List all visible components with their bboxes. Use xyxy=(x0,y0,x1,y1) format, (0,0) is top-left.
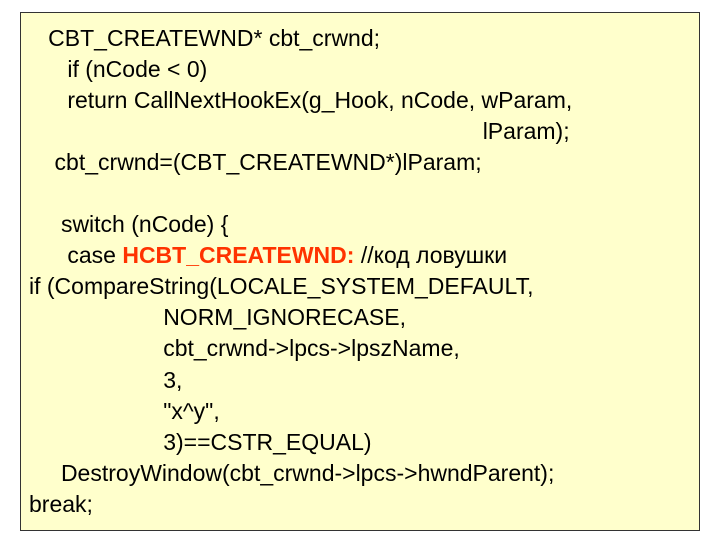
code-line: 3, xyxy=(29,367,182,393)
code-line: cbt_crwnd=(CBT_CREATEWND*)lParam; xyxy=(29,149,482,175)
code-line: "x^y", xyxy=(29,398,220,424)
code-line: if (nCode < 0) xyxy=(29,56,207,82)
code-line: cbt_crwnd->lpcs->lpszName, xyxy=(29,335,460,361)
code-comment: //код ловушки xyxy=(354,242,507,268)
code-line: case xyxy=(29,242,122,268)
code-keyword: HCBT_CREATEWND: xyxy=(122,242,354,268)
code-line: DestroyWindow(cbt_crwnd->lpcs->hwndParen… xyxy=(29,460,554,486)
code-line: switch (nCode) { xyxy=(29,211,228,237)
code-line: 3)==CSTR_EQUAL) xyxy=(29,429,372,455)
code-line: break; xyxy=(29,491,93,517)
code-line: NORM_IGNORECASE, xyxy=(29,304,406,330)
code-block: CBT_CREATEWND* cbt_crwnd; if (nCode < 0)… xyxy=(20,12,700,531)
code-line: CBT_CREATEWND* cbt_crwnd; xyxy=(29,25,380,51)
code-line: if (CompareString(LOCALE_SYSTEM_DEFAULT, xyxy=(29,273,533,299)
code-line: lParam); xyxy=(29,118,570,144)
code-line: return CallNextHookEx(g_Hook, nCode, wPa… xyxy=(29,87,572,113)
